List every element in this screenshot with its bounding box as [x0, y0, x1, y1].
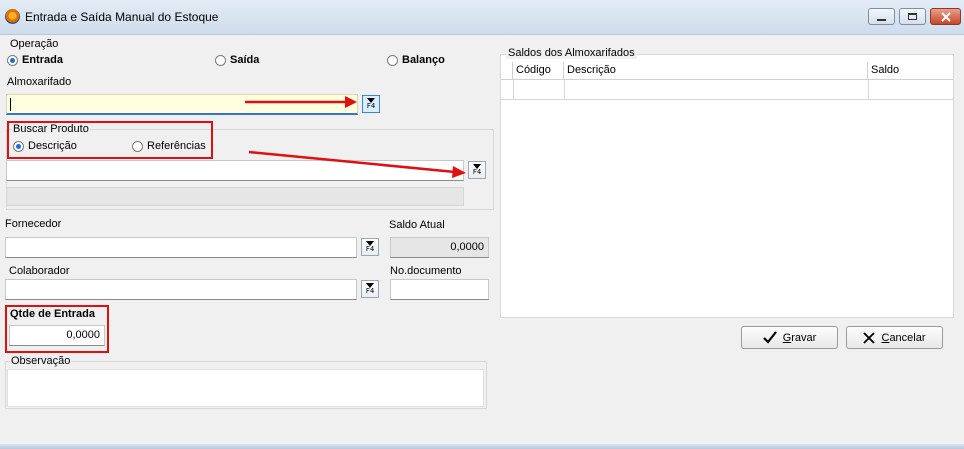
arrow-annotations	[245, 96, 466, 178]
window-bottom-border	[0, 444, 964, 449]
arrow-annotation-produto	[248, 150, 466, 178]
arrow-annotation-almoxarifado	[245, 96, 357, 108]
